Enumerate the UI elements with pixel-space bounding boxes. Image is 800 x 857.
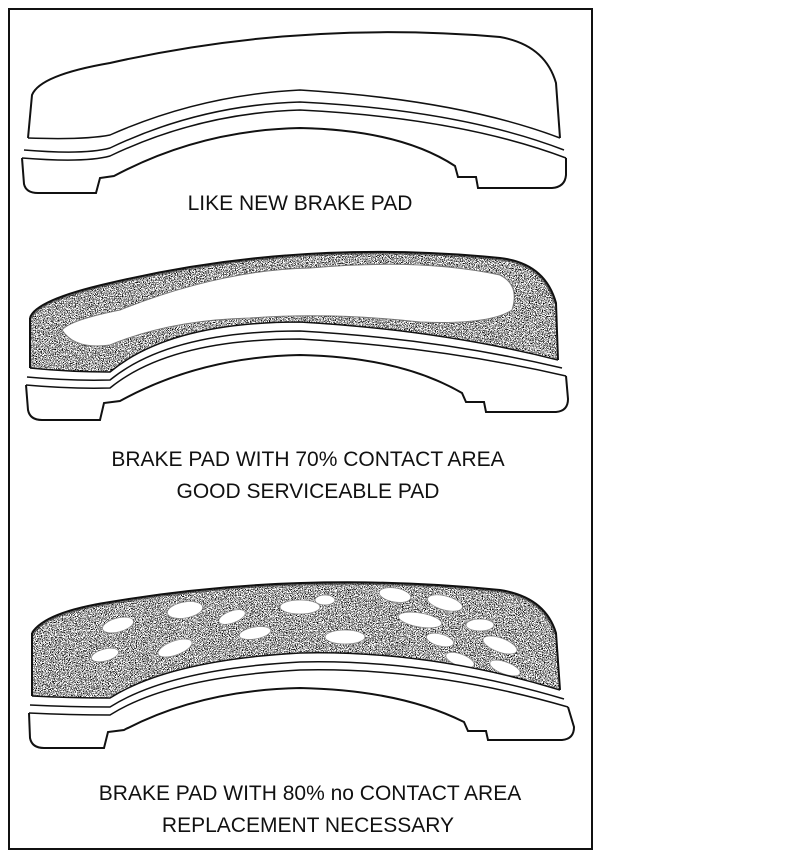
figure-frame	[8, 8, 593, 850]
caption-70-contact-line2: GOOD SERVICEABLE PAD	[177, 480, 440, 503]
brake-pad-like-new	[21, 31, 567, 194]
caption-70-contact-line1: BRAKE PAD WITH 70% CONTACT AREA	[111, 448, 504, 471]
caption-80-no-contact-line2: REPLACEMENT NECESSARY	[162, 814, 454, 837]
brake-pad-80-no-contact	[28, 581, 576, 749]
brake-pad-wear-figure: LIKE NEW BRAKE PAD BRAKE PAD WITH 70% CO…	[8, 8, 593, 850]
brake-pad-70-contact	[25, 250, 570, 421]
caption-80-no-contact-line1: BRAKE PAD WITH 80% no CONTACT AREA	[99, 782, 521, 805]
caption-like-new: LIKE NEW BRAKE PAD	[188, 192, 413, 215]
